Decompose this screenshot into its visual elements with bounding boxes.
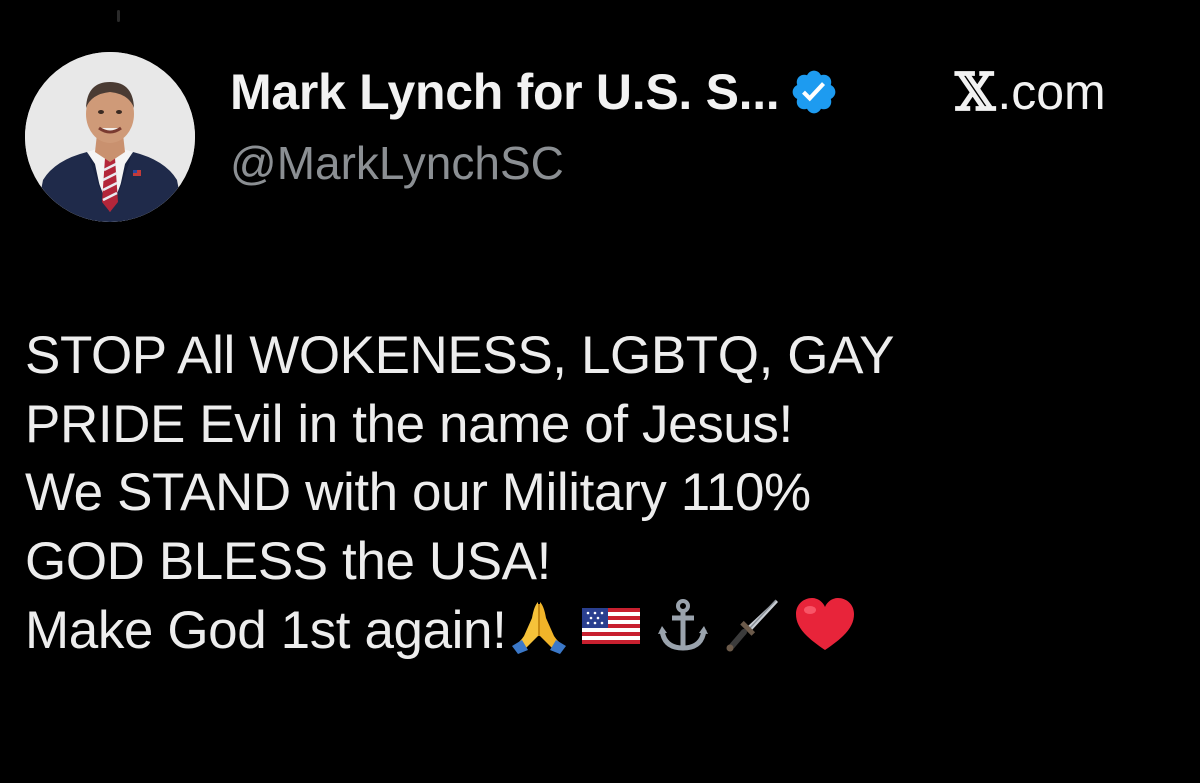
tweet-line: STOP All WOKENESS, LGBTQ, GAY: [25, 326, 895, 385]
top-divider-tick: [117, 10, 120, 22]
user-handle[interactable]: @MarkLynchSC: [230, 136, 564, 190]
tweet-line-text: Make God 1st again!: [25, 601, 507, 660]
tweet-line-last: Make God 1st again!: [25, 596, 1185, 666]
tweet-line: PRIDE Evil in the name of Jesus!: [25, 394, 793, 454]
verified-badge-icon: [789, 67, 839, 117]
praying-hands-icon: [512, 602, 567, 654]
source-domain: .com: [997, 64, 1106, 120]
tweet-line: We STAND with our Military 110%: [25, 463, 811, 522]
x-logo-icon: 𝕏: [955, 61, 996, 123]
avatar[interactable]: [25, 52, 195, 222]
us-flag-icon: [582, 608, 641, 644]
name-row: Mark Lynch for U.S. S...: [230, 60, 839, 124]
anchor-icon: [658, 599, 709, 651]
red-heart-icon: [796, 598, 855, 650]
tweet-header: Mark Lynch for U.S. S... 𝕏 .com @MarkLyn…: [25, 52, 1175, 222]
tweet-text: STOP All WOKENESS, LGBTQ, GAY PRIDE Evil…: [25, 322, 1185, 666]
source-label: 𝕏 .com: [955, 60, 1106, 124]
dagger-icon: [726, 599, 779, 652]
display-name[interactable]: Mark Lynch for U.S. S...: [230, 63, 780, 121]
profile-photo-avatar: [25, 52, 195, 222]
tweet-line: GOD BLESS the USA!: [25, 531, 551, 591]
emoji-row: [510, 596, 868, 654]
